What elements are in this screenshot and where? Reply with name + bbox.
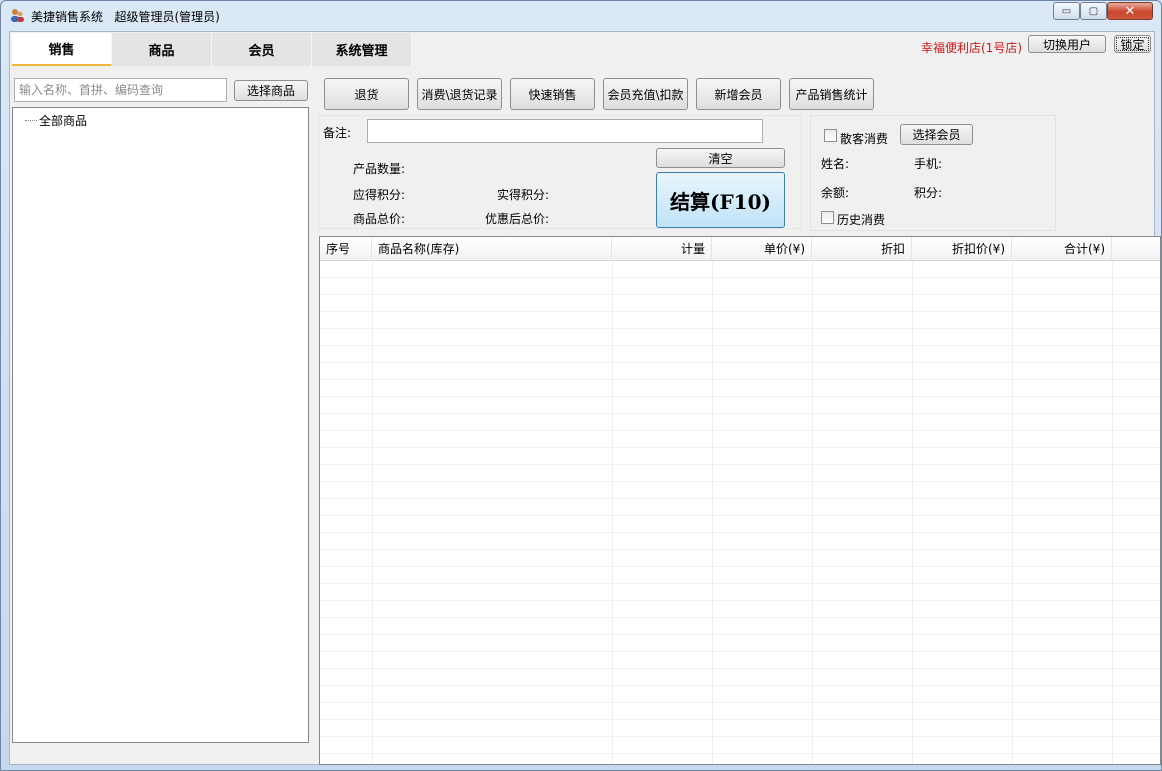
column-header-total[interactable]: 合计(¥) [1012, 237, 1112, 261]
minimize-icon: ▭ [1061, 5, 1072, 17]
close-icon: ✕ [1124, 3, 1136, 19]
column-divider [1012, 261, 1013, 764]
consume-return-records-button[interactable]: 消费\退货记录 [417, 78, 502, 110]
walk-in-checkbox[interactable] [824, 129, 837, 142]
main-tabs: 销售 商品 会员 系统管理 [12, 33, 412, 66]
discounted-total-label: 优惠后总价: [485, 212, 550, 226]
add-member-button[interactable]: 新增会员 [696, 78, 781, 110]
column-divider [812, 261, 813, 764]
column-header-product-name[interactable]: 商品名称(库存) [372, 237, 612, 261]
history-label: 历史消费 [837, 213, 886, 227]
remark-label: 备注: [323, 126, 352, 140]
column-divider [1112, 261, 1113, 764]
column-divider [712, 261, 713, 764]
column-header-unit-price[interactable]: 单价(¥) [712, 237, 812, 261]
choose-member-button[interactable]: 选择会员 [900, 124, 973, 145]
member-phone-label: 手机: [914, 157, 943, 171]
tree-connector [25, 120, 37, 121]
product-search-input[interactable] [14, 78, 227, 102]
table-header: 序号 商品名称(库存) 计量 单价(¥) 折扣 折扣价(¥) 合计(¥) [320, 237, 1160, 261]
walk-in-label: 散客消费 [840, 132, 889, 146]
column-header-index[interactable]: 序号 [320, 237, 372, 261]
column-divider [372, 261, 373, 764]
actual-points-label: 实得积分: [497, 188, 550, 202]
member-balance-label: 余额: [821, 186, 850, 200]
tree-item-label: 全部商品 [39, 114, 88, 128]
window-title: 美捷销售系统 超级管理员(管理员) [31, 10, 220, 24]
total-price-label: 商品总价: [353, 212, 406, 226]
switch-user-button[interactable]: 切换用户 [1028, 35, 1106, 53]
app-window: 美捷销售系统 超级管理员(管理员) ▭ ▢ ✕ 销售 商品 会员 系统管理 幸福… [0, 0, 1162, 771]
remark-input[interactable] [367, 119, 763, 143]
product-sales-stats-button[interactable]: 产品销售统计 [789, 78, 874, 110]
sales-table[interactable]: 序号 商品名称(库存) 计量 单价(¥) 折扣 折扣价(¥) 合计(¥) [319, 236, 1161, 765]
member-points-label: 积分: [914, 186, 943, 200]
member-recharge-button[interactable]: 会员充值\扣款 [603, 78, 688, 110]
settle-button[interactable]: 结算(F10) [656, 172, 785, 228]
product-quantity-label: 产品数量: [353, 162, 406, 176]
column-divider [912, 261, 913, 764]
minimize-button[interactable]: ▭ [1053, 2, 1080, 20]
tab-system-management[interactable]: 系统管理 [312, 33, 412, 66]
column-divider [612, 261, 613, 764]
quick-sale-button[interactable]: 快速销售 [510, 78, 595, 110]
store-name: 幸福便利店(1号店) [921, 41, 1022, 55]
product-category-tree: 全部商品 [12, 107, 309, 743]
client-area: 销售 商品 会员 系统管理 幸福便利店(1号店) 切换用户 锁定 选择商品 全部… [9, 31, 1161, 765]
column-header-unit[interactable]: 计量 [612, 237, 712, 261]
clear-button[interactable]: 清空 [656, 148, 785, 168]
choose-product-button[interactable]: 选择商品 [234, 80, 308, 101]
tree-item-all-products[interactable]: 全部商品 [25, 112, 87, 129]
tab-sales[interactable]: 销售 [12, 33, 112, 66]
column-header-discount-price[interactable]: 折扣价(¥) [912, 237, 1012, 261]
maximize-button[interactable]: ▢ [1080, 2, 1107, 20]
tab-bar: 销售 商品 会员 系统管理 幸福便利店(1号店) 切换用户 锁定 [10, 32, 1154, 66]
member-name-label: 姓名: [821, 157, 850, 171]
close-button[interactable]: ✕ [1107, 2, 1153, 20]
maximize-icon: ▢ [1088, 5, 1099, 17]
expected-points-label: 应得积分: [353, 188, 406, 202]
title-bar[interactable]: 美捷销售系统 超级管理员(管理员) ▭ ▢ ✕ [1, 1, 1161, 29]
tab-products[interactable]: 商品 [112, 33, 212, 66]
column-header-discount[interactable]: 折扣 [812, 237, 912, 261]
return-button[interactable]: 退货 [324, 78, 409, 110]
users-icon [11, 9, 24, 22]
table-body [320, 261, 1160, 764]
tab-members[interactable]: 会员 [212, 33, 312, 66]
lock-button[interactable]: 锁定 [1114, 35, 1151, 53]
window-controls: ▭ ▢ ✕ [1053, 2, 1153, 20]
history-checkbox[interactable] [821, 211, 834, 224]
